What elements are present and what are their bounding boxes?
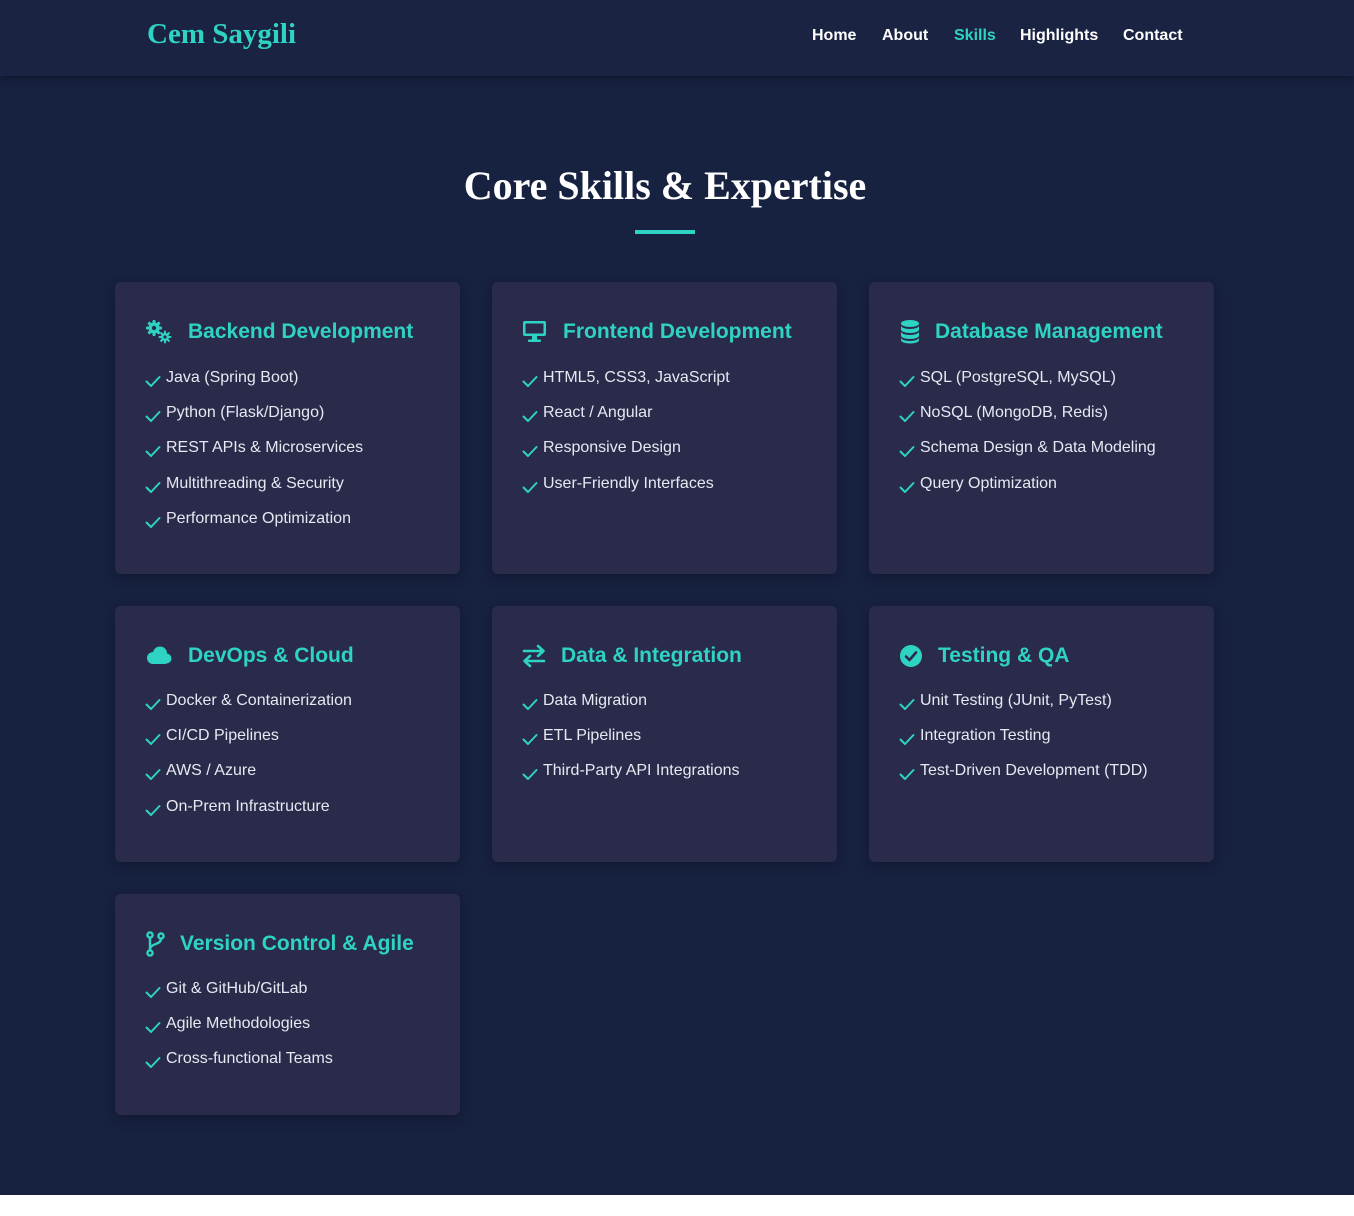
skill-card-testing: Testing & QA Unit Testing (JUnit, PyTest… <box>869 606 1214 862</box>
check-icon <box>522 697 538 711</box>
card-title: Data & Integration <box>561 644 742 667</box>
check-icon <box>899 409 915 423</box>
check-icon <box>145 1020 161 1034</box>
skill-label: Third-Party API Integrations <box>543 762 740 780</box>
skill-label: Cross-functional Teams <box>166 1050 333 1068</box>
check-icon <box>899 732 915 746</box>
skill-label: Agile Methodologies <box>166 1015 311 1033</box>
card-title: Backend Development <box>188 320 414 343</box>
gears-icon <box>145 319 173 345</box>
skill-label: On-Prem Infrastructure <box>166 797 330 815</box>
card-title: Testing & QA <box>938 644 1070 667</box>
check-icon <box>522 767 538 781</box>
skill-label: NoSQL (MongoDB, Redis) <box>920 404 1108 422</box>
check-icon <box>145 803 161 817</box>
skill-label: AWS / Azure <box>166 762 257 780</box>
check-icon <box>145 767 161 781</box>
check-icon <box>899 767 915 781</box>
check-icon <box>145 732 161 746</box>
cloud-icon <box>145 643 173 669</box>
check-icon <box>145 697 161 711</box>
skill-label: React / Angular <box>543 404 653 422</box>
skill-label: CI/CD Pipelines <box>166 727 279 745</box>
skill-label: Data Migration <box>543 692 648 709</box>
skill-label: Query Optimization <box>920 474 1057 492</box>
title-underline <box>635 230 695 234</box>
skill-label: Responsive Design <box>543 439 681 457</box>
skill-label: HTML5, CSS3, JavaScript <box>543 369 730 386</box>
brand-logo[interactable]: Cem Saygili <box>147 18 296 51</box>
check-icon <box>522 409 538 423</box>
nav-link-about[interactable]: About <box>882 27 928 45</box>
skill-label: Multithreading & Security <box>166 474 344 492</box>
nav-link-contact[interactable]: Contact <box>1123 27 1183 45</box>
check-icon <box>899 697 915 711</box>
check-icon <box>145 409 161 423</box>
check-icon <box>145 444 161 458</box>
check-circle-icon <box>899 643 927 669</box>
check-icon <box>145 985 161 999</box>
card-title: Database Management <box>935 320 1163 343</box>
skill-label: Test-Driven Development (TDD) <box>920 762 1148 780</box>
check-icon <box>145 480 161 494</box>
skill-label: Python (Flask/Django) <box>166 404 325 422</box>
skill-label: Integration Testing <box>920 727 1051 745</box>
exchange-icon <box>522 643 550 669</box>
check-icon <box>522 374 538 388</box>
skill-label: Unit Testing (JUnit, PyTest) <box>920 692 1112 709</box>
nav-link-highlights[interactable]: Highlights <box>1020 27 1098 45</box>
check-icon <box>145 515 161 529</box>
navbar: Cem Saygili Home About Skills Highlights… <box>0 0 1354 76</box>
card-title: Version Control & Agile <box>180 932 414 955</box>
skill-label: REST APIs & Microservices <box>166 439 364 457</box>
card-title: DevOps & Cloud <box>188 644 354 667</box>
skill-card-data-integration: Data & Integration Data Migration ETL Pi… <box>492 606 837 862</box>
check-icon <box>899 374 915 388</box>
section-title: Core Skills & Expertise <box>463 163 867 208</box>
skill-label: User-Friendly Interfaces <box>543 474 714 492</box>
skill-label: Performance Optimization <box>166 509 351 527</box>
skill-label: Git & GitHub/GitLab <box>166 980 308 997</box>
database-icon <box>899 319 927 345</box>
check-icon <box>522 732 538 746</box>
skill-label: Docker & Containerization <box>166 692 352 709</box>
check-icon <box>899 480 915 494</box>
nav-link-skills[interactable]: Skills <box>954 27 996 45</box>
check-icon <box>145 374 161 388</box>
skill-label: Schema Design & Data Modeling <box>920 439 1156 457</box>
skill-label: SQL (PostgreSQL, MySQL) <box>920 369 1116 386</box>
skill-label: ETL Pipelines <box>543 727 642 745</box>
desktop-icon <box>522 319 550 345</box>
page: Cem Saygili Home About Skills Highlights… <box>0 0 1354 1195</box>
nav-link-home[interactable]: Home <box>812 27 856 45</box>
card-title: Frontend Development <box>563 320 792 343</box>
skill-card-database: Database Management SQL (PostgreSQL, MyS… <box>869 282 1214 574</box>
code-branch-icon <box>145 931 173 957</box>
skill-card-backend: Backend Development Java (Spring Boot) P… <box>115 282 460 574</box>
check-icon <box>899 444 915 458</box>
check-icon <box>145 1055 161 1069</box>
check-icon <box>522 444 538 458</box>
skill-card-version-control: Version Control & Agile Git & GitHub/Git… <box>115 894 460 1115</box>
skill-card-devops: DevOps & Cloud Docker & Containerization… <box>115 606 460 862</box>
skill-card-frontend: Frontend Development HTML5, CSS3, JavaSc… <box>492 282 837 574</box>
skill-label: Java (Spring Boot) <box>166 369 299 386</box>
check-icon <box>522 480 538 494</box>
